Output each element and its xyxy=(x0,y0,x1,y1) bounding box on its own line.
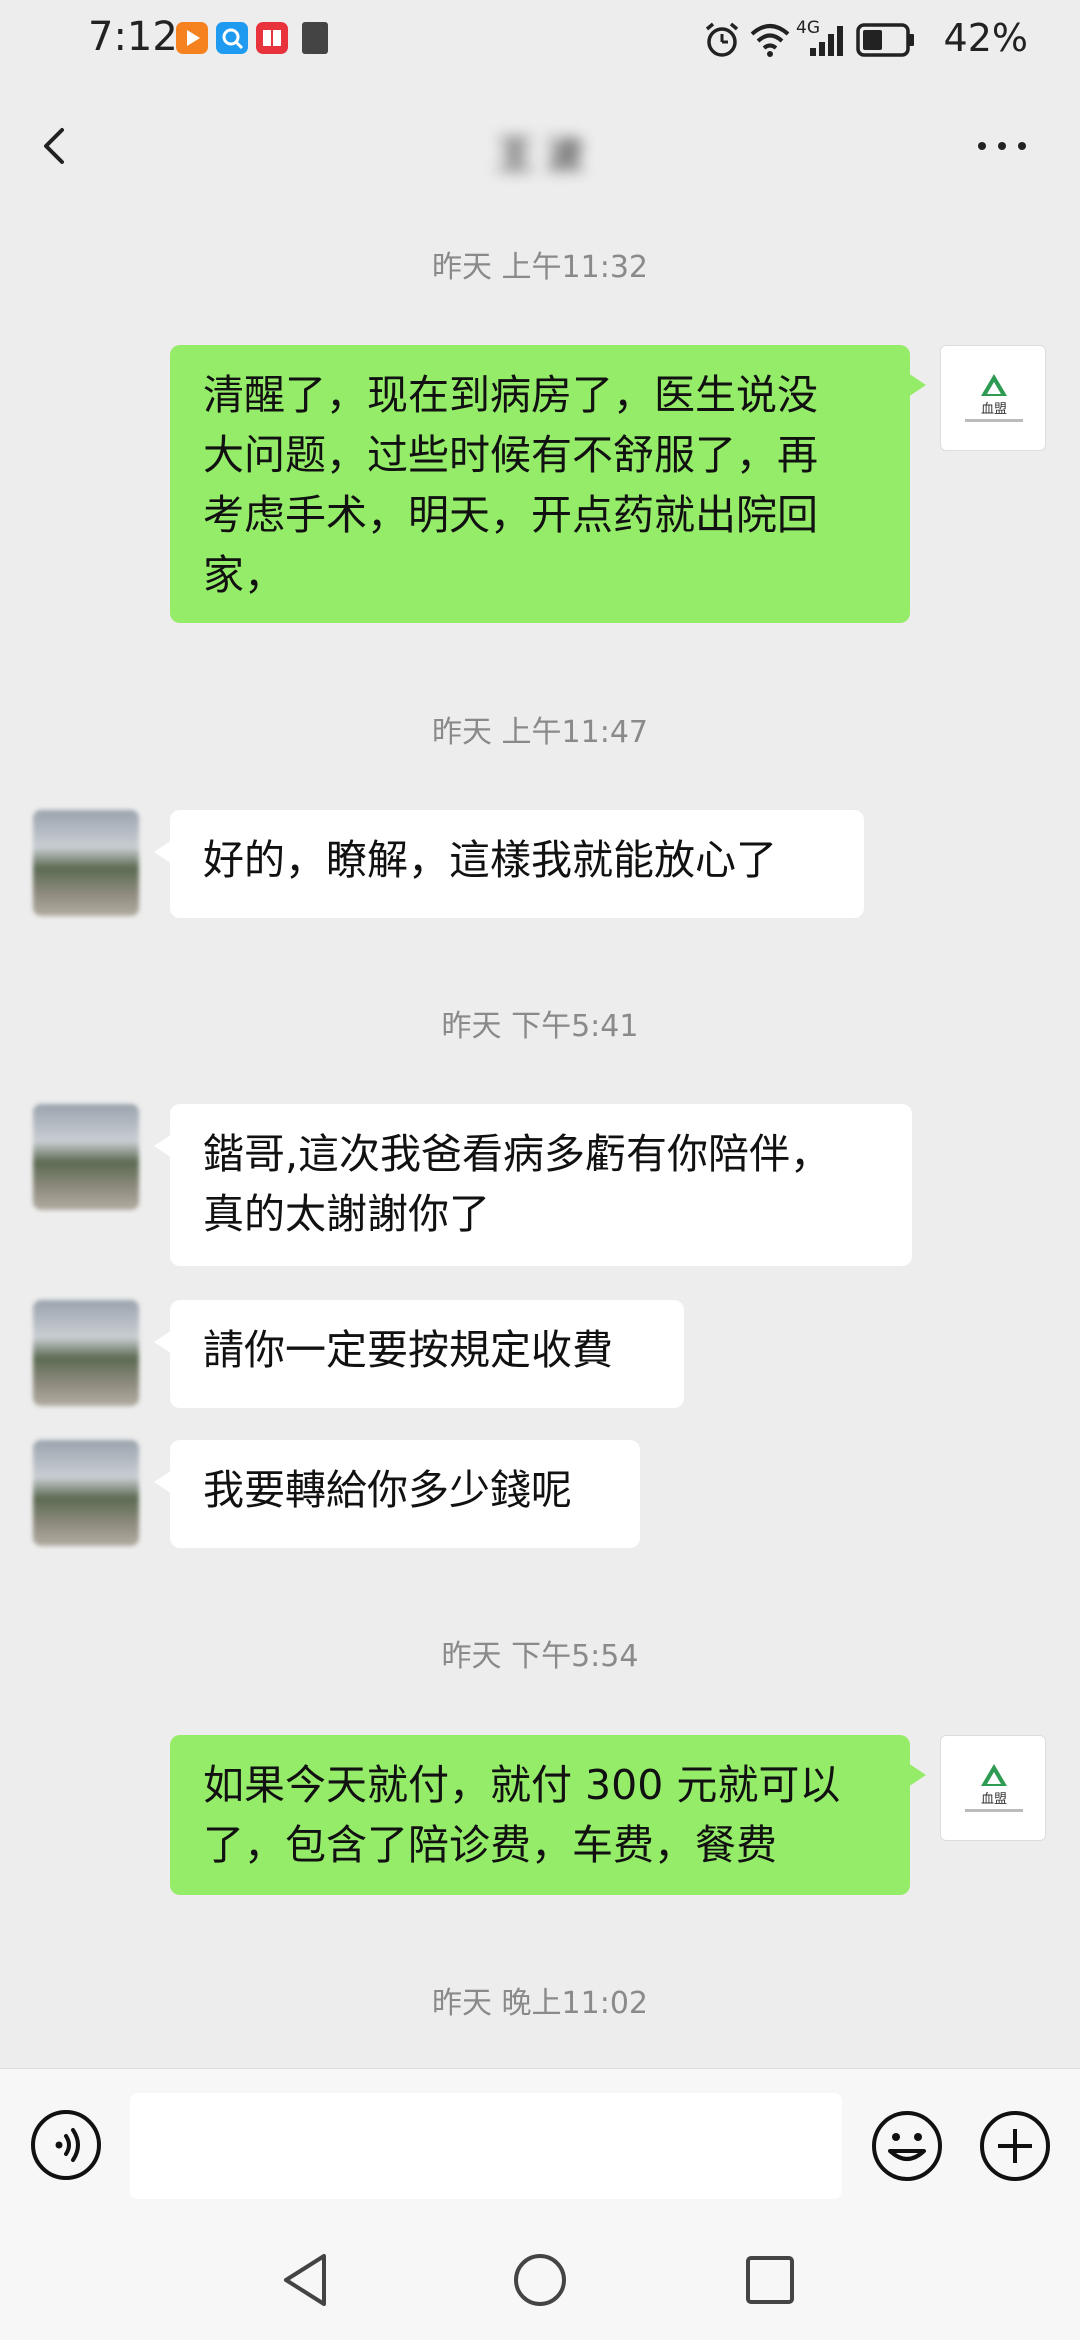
nav-back-icon[interactable] xyxy=(276,2248,340,2312)
message-line: 鍇哥,這次我爸看病多虧有你陪伴， xyxy=(203,1130,832,1178)
nav-recents-icon[interactable] xyxy=(738,2248,802,2312)
contact-avatar[interactable] xyxy=(33,1104,139,1210)
outgoing-message-bubble[interactable]: 清醒了，现在到病房了，医生说没 大问题，过些时候有不舒服了，再 考虑手术，明天，… xyxy=(170,345,926,623)
message-timestamp: 昨天 下午5:54 xyxy=(441,1639,639,1674)
message-timestamp: 昨天 上午11:32 xyxy=(432,250,648,285)
message-line: 真的太謝謝你了 xyxy=(203,1190,490,1238)
message-timestamp: 昨天 下午5:41 xyxy=(441,1009,639,1044)
message-timestamp: 昨天 晚上11:02 xyxy=(432,1986,648,2021)
message-input[interactable] xyxy=(130,2093,842,2199)
emoji-button[interactable] xyxy=(870,2109,944,2183)
chat-title: 王 波 xyxy=(495,133,585,177)
message-line: 如果今天就付，就付 300 元就可以 xyxy=(203,1761,841,1809)
alarm-icon xyxy=(705,22,739,57)
blood-league-logo-icon: 血盟 xyxy=(965,1764,1023,1812)
message-text: 我要轉給你多少錢呢 xyxy=(203,1466,572,1514)
message-timestamp: 昨天 上午11:47 xyxy=(432,715,648,750)
incoming-message-bubble[interactable]: 鍇哥,這次我爸看病多虧有你陪伴， 真的太謝謝你了 xyxy=(154,1104,912,1266)
battery-percentage: 42% xyxy=(943,16,1028,60)
incoming-message-bubble[interactable]: 請你一定要按規定收費 xyxy=(154,1300,684,1408)
more-options-button[interactable] xyxy=(962,114,1042,174)
system-navigation-bar xyxy=(0,2218,1080,2340)
message-line: 考虑手术，明天，开点药就出院回 xyxy=(203,491,818,539)
message-line: 清醒了，现在到病房了，医生说没 xyxy=(203,371,818,419)
message-text: 好的，瞭解，這樣我就能放心了 xyxy=(203,836,777,884)
book-app-icon xyxy=(256,22,288,54)
outgoing-message-bubble[interactable]: 如果今天就付，就付 300 元就可以 了，包含了陪诊费，车费，餐费 xyxy=(170,1735,926,1895)
my-avatar[interactable]: 血盟 xyxy=(940,1735,1046,1841)
voice-input-button[interactable] xyxy=(30,2109,102,2181)
avatar-logo-text: 血盟 xyxy=(981,1792,1007,1807)
contact-avatar[interactable] xyxy=(33,1440,139,1546)
avatar-logo-text: 血盟 xyxy=(981,402,1007,417)
message-line: 了，包含了陪诊费，车费，餐费 xyxy=(203,1821,777,1869)
incoming-message-bubble[interactable]: 我要轉給你多少錢呢 xyxy=(154,1440,640,1548)
nav-home-icon[interactable] xyxy=(508,2248,572,2312)
sd-card-icon xyxy=(302,22,328,54)
message-text: 請你一定要按規定收費 xyxy=(203,1326,613,1374)
status-time: 7:12 xyxy=(88,14,178,60)
video-app-icon xyxy=(176,22,208,54)
chat-header: 王 波 xyxy=(0,84,1080,210)
4g-signal-icon xyxy=(810,26,843,56)
message-line: 家， xyxy=(203,551,285,599)
back-button[interactable] xyxy=(26,116,86,176)
status-bar: 7:12 4G 42% xyxy=(0,0,1080,84)
chat-input-bar xyxy=(0,2068,1080,2219)
wifi-icon xyxy=(750,24,790,57)
contact-avatar[interactable] xyxy=(33,1300,139,1406)
message-line: 大问题，过些时候有不舒服了，再 xyxy=(203,431,818,479)
incoming-message-bubble[interactable]: 好的，瞭解，這樣我就能放心了 xyxy=(154,810,864,918)
contact-avatar[interactable] xyxy=(33,810,139,916)
more-functions-plus-button[interactable] xyxy=(978,2109,1052,2183)
blood-league-logo-icon: 血盟 xyxy=(965,374,1023,422)
my-avatar[interactable]: 血盟 xyxy=(940,345,1046,451)
battery-icon xyxy=(856,23,914,57)
search-app-icon xyxy=(216,22,248,54)
